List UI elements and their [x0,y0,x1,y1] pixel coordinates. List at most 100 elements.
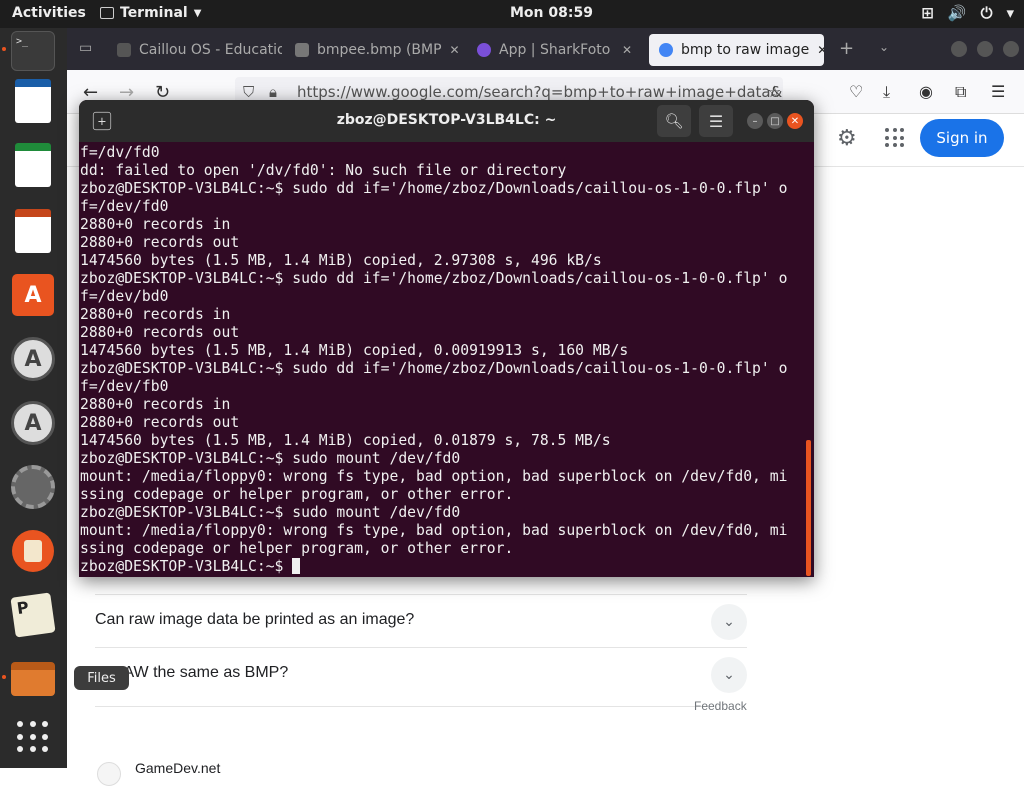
system-tray[interactable]: ⊞ 🔊 ⏻ ▾ [921,4,1014,22]
dock-calc[interactable] [10,142,56,188]
faq-item[interactable]: Is RAW the same as BMP? ⌄ [95,647,747,700]
terminal-line: zboz@DESKTOP-V3LB4LC:~$ sudo dd if='/hom… [80,180,788,197]
maximize-button[interactable]: □ [767,113,783,129]
power-icon: ⏻ [980,4,993,22]
new-tab-button[interactable]: + [839,38,854,59]
dock: >_ A A A P [0,28,67,768]
tab-caillou-os[interactable]: Caillou OS - Educatio [107,34,282,66]
close-tab-icon[interactable]: ✕ [622,43,632,57]
terminal-line: 2880+0 records in [80,216,231,233]
software-store-icon: A [12,274,54,316]
faq-item[interactable]: Can raw image data be printed as an imag… [95,594,747,647]
list-tabs-chevron-icon[interactable]: ⌄ [879,40,889,54]
tab-label: App | SharkFoto [499,42,611,58]
chevron-down-icon[interactable]: ⌄ [711,604,747,640]
menu-caret-icon: ▾ [1006,4,1014,22]
show-applications-button[interactable] [10,714,56,760]
hamburger-menu-icon[interactable]: ☰ [991,82,1005,101]
tab-label: bmp to raw image [681,42,810,58]
terminal-line: mount: /media/floppy0: wrong fs type, ba… [80,468,788,485]
pocket-icon[interactable]: ♡ [849,82,863,101]
browser-tab-bar: ▭ Caillou OS - Educatio bmpee.bmp (BMP ✕… [67,28,1024,70]
terminal-line: zboz@DESKTOP-V3LB4LC:~$ sudo mount /dev/… [80,504,461,521]
terminal-line: ssing codepage or helper program, or oth… [80,486,514,503]
result-source[interactable]: GameDev.net [135,760,220,776]
text-cursor [292,558,301,574]
tab-bmp-to-raw[interactable]: bmp to raw image ✕ [649,34,824,66]
dock-pos-app[interactable]: P [10,592,56,638]
settings-gear-icon[interactable]: ⚙ [837,126,857,151]
dock-software-updater[interactable]: A [10,336,56,382]
url-text: https://www.google.com/search?q=bmp+to+r… [297,83,783,101]
google-favicon-icon [659,43,673,57]
maximize-window-button[interactable] [977,41,993,57]
account-icon[interactable]: ◉ [919,82,933,101]
impress-icon [15,209,51,253]
dock-impress[interactable] [10,208,56,254]
terminal-line: zboz@DESKTOP-V3LB4LC:~$ sudo mount /dev/… [80,450,461,467]
terminal-line: 2880+0 records in [80,396,231,413]
dock-software-store[interactable]: A [10,272,56,318]
clock[interactable]: Mon 08:59 [510,5,593,21]
tab-label: Caillou OS - Educatio [139,42,282,58]
terminal-prompt-line[interactable]: zboz@DESKTOP-V3LB4LC:~$ [80,558,802,576]
terminal-app-icon: >_ [11,31,55,71]
terminal-line: zboz@DESKTOP-V3LB4LC:~$ sudo dd if='/hom… [80,360,788,377]
dock-writer[interactable] [10,78,56,124]
activities-button[interactable]: Activities [12,5,86,21]
terminal-window: + zboz@DESKTOP-V3LB4LC: ~ 🔍︎ ☰ – □ ✕ f=/… [79,100,814,577]
terminal-line: 2880+0 records in [80,306,231,323]
sign-in-button[interactable]: Sign in [920,119,1004,157]
terminal-prompt: zboz@DESKTOP-V3LB4LC:~$ [80,558,293,575]
app-grid-icon [17,721,49,753]
terminal-line: f=/dev/bd0 [80,288,169,305]
site-favicon-icon [97,762,121,786]
hamburger-menu-icon[interactable]: ☰ [699,105,733,137]
downloads-icon[interactable]: ⤓ [883,82,890,102]
feedback-link[interactable]: Feedback [694,699,747,713]
favicon-icon [117,43,131,57]
app-menu-label: Terminal [120,5,188,21]
terminal-scrollbar[interactable] [806,440,811,576]
chevron-down-icon: ▼ [193,7,202,19]
terminal-title-bar[interactable]: + zboz@DESKTOP-V3LB4LC: ~ 🔍︎ ☰ – □ ✕ [79,100,814,142]
dock-settings[interactable] [10,464,56,510]
terminal-line: mount: /media/floppy0: wrong fs type, ba… [80,522,788,539]
bookmark-star-icon[interactable]: ☆ [767,82,781,101]
calc-icon [15,143,51,187]
faq-divider [95,706,708,707]
terminal-output[interactable]: f=/dv/fd0 dd: failed to open '/dv/fd0': N… [80,144,802,577]
terminal-icon [100,7,114,19]
files-folder-icon [11,662,55,696]
tab-label: bmpee.bmp (BMP [317,42,442,58]
terminal-line: 1474560 bytes (1.5 MB, 1.4 MiB) copied, … [80,432,611,449]
search-icon[interactable]: 🔍︎ [657,105,691,137]
terminal-line: zboz@DESKTOP-V3LB4LC:~$ sudo dd if='/hom… [80,270,788,287]
app-menu[interactable]: Terminal ▼ [100,5,201,21]
extensions-icon[interactable]: ⧉ [955,82,966,102]
terminal-line: 2880+0 records out [80,234,240,251]
minimize-button[interactable]: – [747,113,763,129]
tab-overview-icon[interactable]: ▭ [79,40,92,56]
close-window-button[interactable] [1003,41,1019,57]
settings-gear-icon [11,465,55,509]
chevron-down-icon[interactable]: ⌄ [711,657,747,693]
app-round-icon [12,530,54,572]
pos-app-icon: P [10,592,56,638]
google-apps-icon[interactable] [885,128,905,148]
dock-software-updater-2[interactable]: A [10,400,56,446]
terminal-line: 1474560 bytes (1.5 MB, 1.4 MiB) copied, … [80,342,629,359]
dock-app-round[interactable] [10,528,56,574]
terminal-line: 1474560 bytes (1.5 MB, 1.4 MiB) copied, … [80,252,602,269]
dock-terminal[interactable]: >_ [2,28,56,74]
terminal-line: f=/dv/fd0 [80,144,160,161]
dock-tooltip: Files [74,666,129,690]
close-tab-icon[interactable]: ✕ [817,43,824,57]
close-tab-icon[interactable]: ✕ [450,43,460,57]
terminal-line: 2880+0 records out [80,414,240,431]
dock-files[interactable] [2,656,56,702]
close-button[interactable]: ✕ [787,113,803,129]
tab-bmpee[interactable]: bmpee.bmp (BMP ✕ [285,34,460,66]
tab-sharkfoto[interactable]: App | SharkFoto ✕ [467,34,642,66]
minimize-window-button[interactable] [951,41,967,57]
